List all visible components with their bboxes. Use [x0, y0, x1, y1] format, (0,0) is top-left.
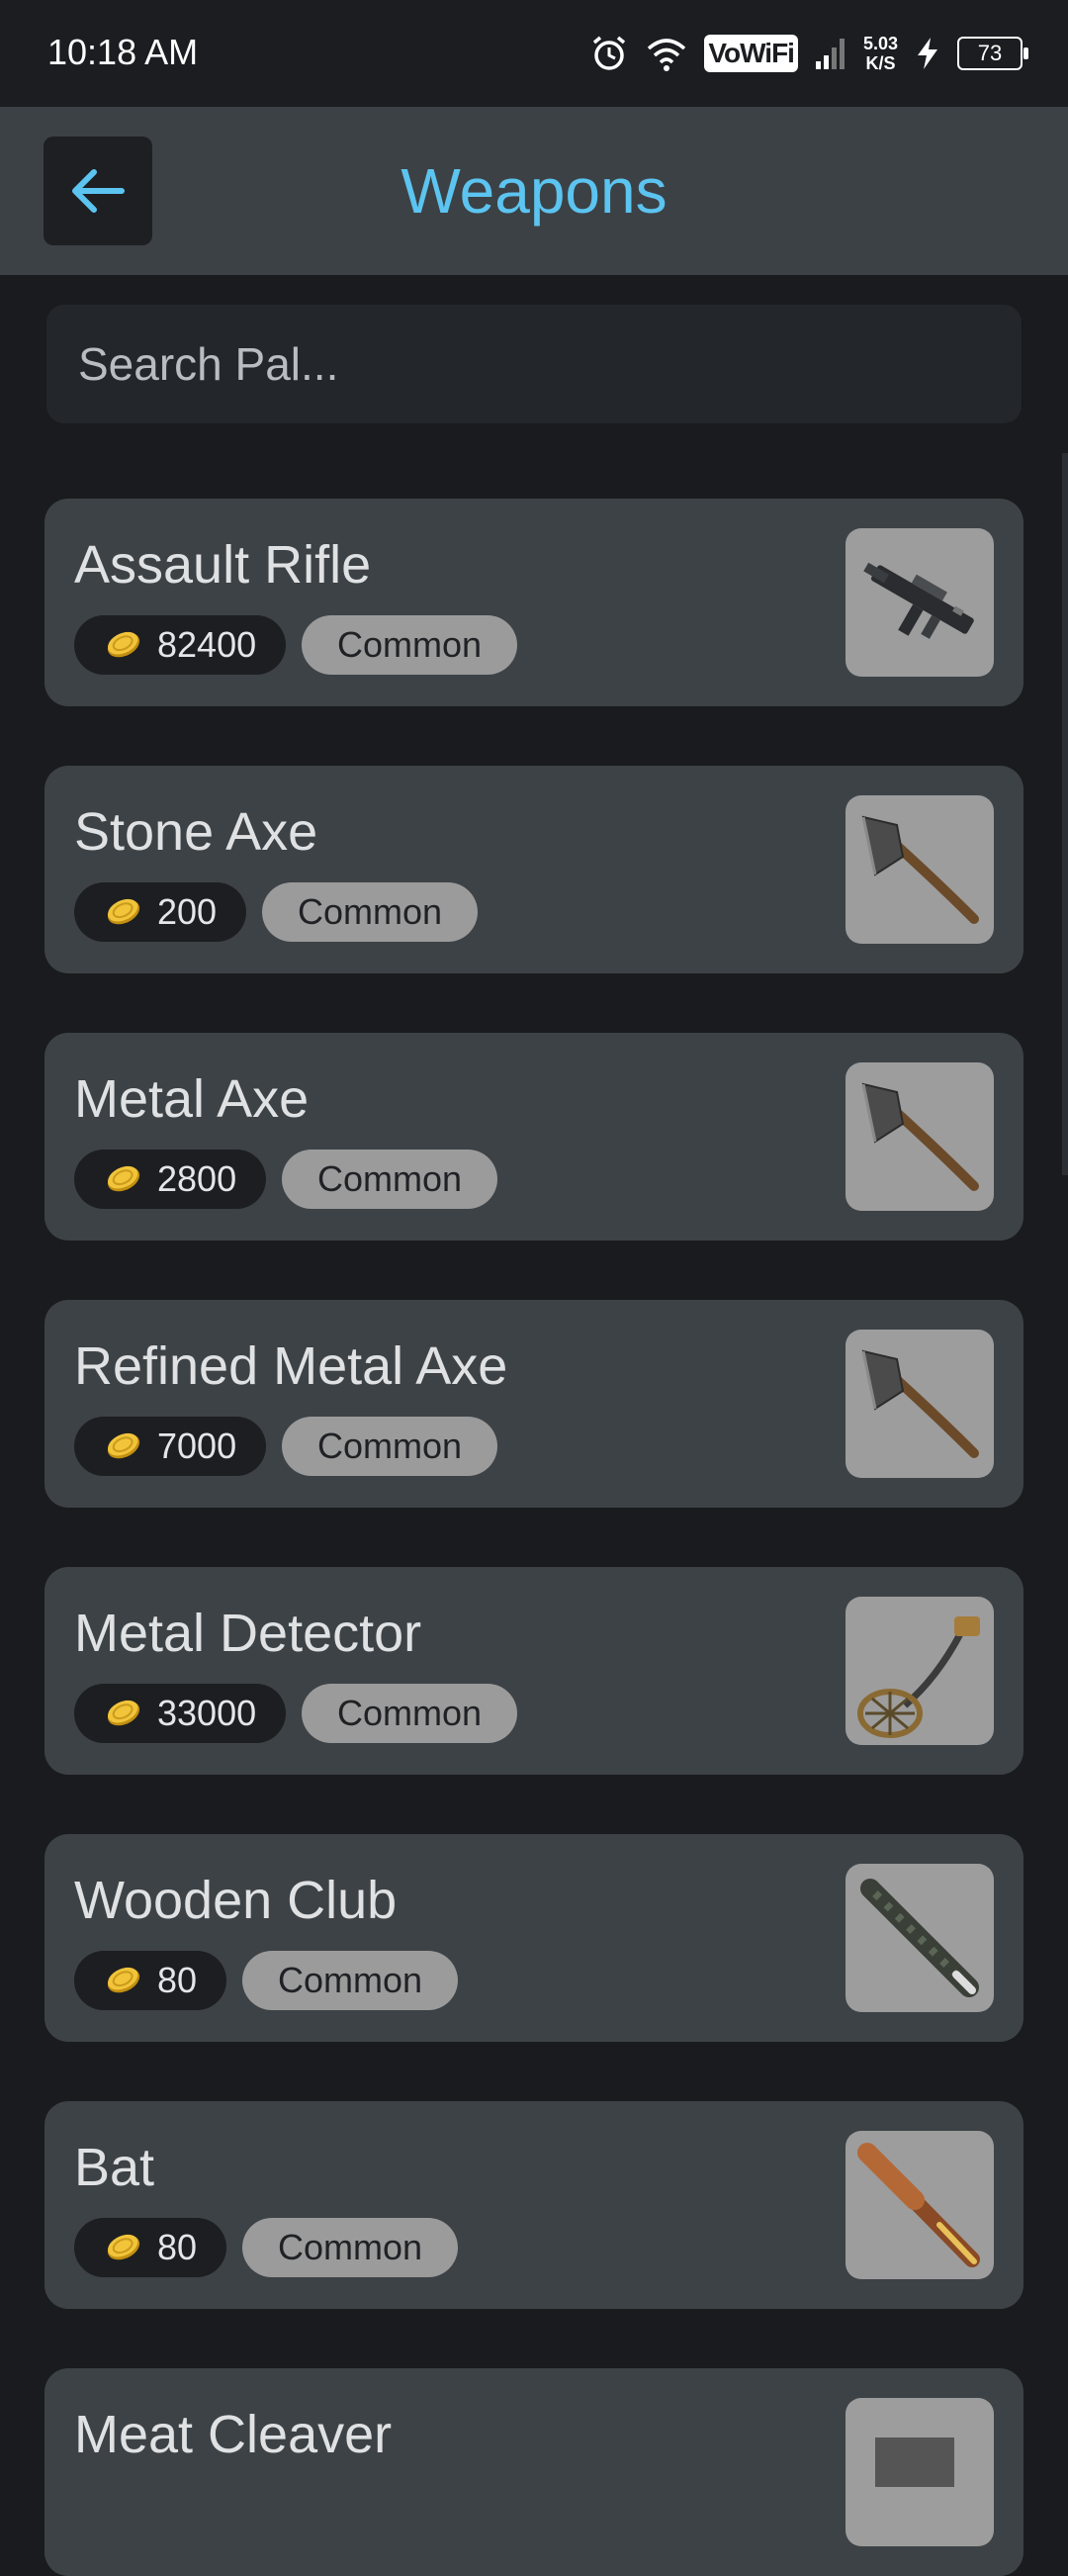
net-speed-value: 5.03 [862, 34, 898, 53]
weapon-card[interactable]: Assault Rifle 82400 Common [44, 499, 1024, 706]
rarity-badge: Common [302, 1684, 518, 1743]
weapon-card[interactable]: Metal Axe 2800 Common [44, 1033, 1024, 1241]
price-badge: 7000 [74, 1417, 267, 1476]
axe-icon [846, 795, 994, 944]
coin-icon [107, 1165, 140, 1192]
weapon-name: Bat [74, 2138, 155, 2197]
price-value: 7000 [157, 1426, 237, 1466]
price-value: 80 [157, 2227, 198, 2267]
charging-icon [918, 38, 937, 69]
rarity-badge: Common [282, 1417, 498, 1476]
coin-icon [107, 1967, 140, 1993]
battery-icon: 73 [957, 37, 1028, 70]
weapon-card[interactable]: Meat Cleaver [44, 2368, 1024, 2576]
weapon-card[interactable]: Wooden Club 80 Common [44, 1834, 1024, 2042]
weapon-name: Wooden Club [74, 1871, 398, 1930]
price-badge: 33000 [74, 1684, 287, 1743]
search-input[interactable] [76, 336, 1022, 392]
net-speed-unit: K/S [865, 53, 896, 73]
coin-icon [107, 898, 140, 925]
weapon-card[interactable]: Stone Axe 200 Common [44, 766, 1024, 973]
weapon-name: Metal Axe [74, 1069, 310, 1129]
rarity-badge: Common [302, 615, 518, 675]
rarity-badge: Common [282, 1150, 498, 1209]
weapon-card[interactable]: Bat 80 Common [44, 2101, 1024, 2309]
price-value: 80 [157, 1960, 198, 2000]
metal-detector-icon [846, 1597, 994, 1745]
rarity-badge: Common [242, 2218, 459, 2277]
price-badge: 82400 [74, 615, 287, 675]
alarm-icon [593, 36, 626, 70]
signal-icon [815, 39, 845, 69]
coin-icon [107, 1700, 140, 1726]
wifi-icon [648, 39, 686, 71]
assault-rifle-icon [846, 528, 994, 677]
club-icon [846, 1864, 994, 2012]
search-field[interactable] [46, 305, 1022, 423]
price-badge: 80 [74, 1951, 227, 2010]
weapon-name: Refined Metal Axe [74, 1336, 508, 1396]
price-value: 200 [157, 891, 218, 932]
cleaver-icon [846, 2398, 994, 2546]
weapon-card[interactable]: Metal Detector 33000 Common [44, 1567, 1024, 1775]
app-bar: Weapons [0, 107, 1068, 275]
axe-icon [846, 1330, 994, 1478]
vowifi-badge: VoWiFi [704, 35, 798, 72]
rarity-badge: Common [262, 882, 479, 942]
coin-icon [107, 2234, 140, 2260]
weapon-name: Metal Detector [74, 1604, 422, 1663]
battery-level: 73 [977, 41, 1003, 65]
status-bar: 10:18 AM VoWiFi 5.03 K/S 73 [0, 0, 1068, 107]
status-icons: VoWiFi 5.03 K/S 73 [589, 30, 1028, 77]
weapon-card[interactable]: Refined Metal Axe 7000 Common [44, 1300, 1024, 1508]
weapon-name: Assault Rifle [74, 535, 372, 595]
coin-icon [107, 1432, 140, 1459]
page-title: Weapons [400, 155, 668, 227]
coin-icon [107, 631, 140, 658]
rarity-badge: Common [242, 1951, 459, 2010]
bat-icon [846, 2131, 994, 2279]
price-badge: 2800 [74, 1150, 267, 1209]
price-value: 82400 [157, 624, 257, 665]
price-value: 33000 [157, 1693, 257, 1733]
weapon-name: Meat Cleaver [74, 2405, 393, 2464]
weapon-name: Stone Axe [74, 802, 318, 862]
axe-icon [846, 1062, 994, 1211]
price-badge: 80 [74, 2218, 227, 2277]
price-value: 2800 [157, 1158, 237, 1199]
price-badge: 200 [74, 882, 247, 942]
scrollbar[interactable] [1062, 453, 1068, 1175]
status-time: 10:18 AM [47, 32, 199, 72]
net-speed: 5.03 K/S [863, 34, 898, 73]
